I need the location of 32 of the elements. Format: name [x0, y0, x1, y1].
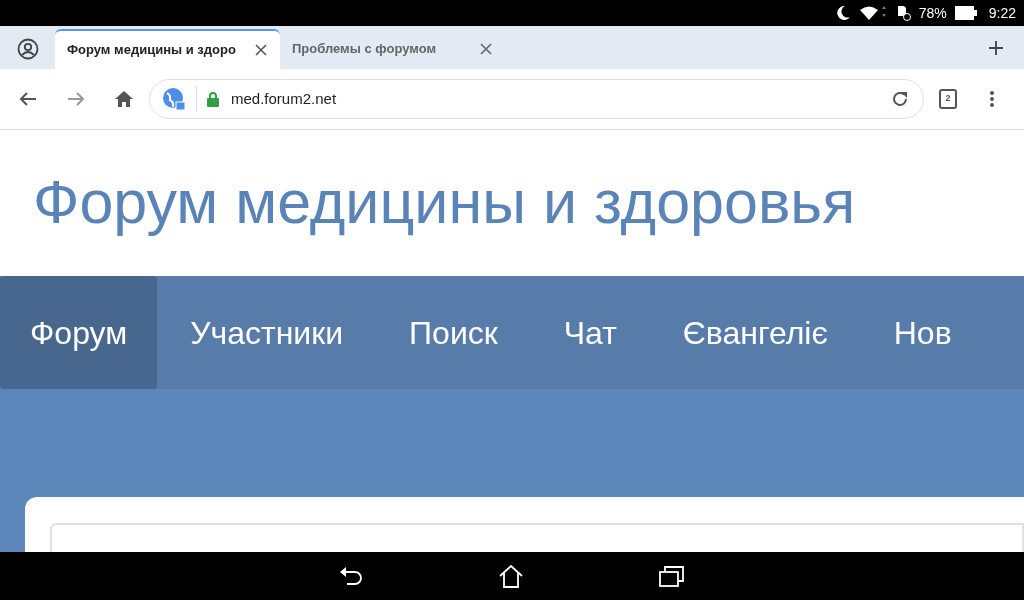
url-text: med.forum2.net: [231, 88, 338, 109]
globe-lock-icon: [162, 87, 186, 111]
nav-item[interactable]: Євангеліє: [649, 276, 861, 389]
home-icon[interactable]: [115, 91, 133, 107]
back-icon[interactable]: [339, 565, 363, 587]
back-icon[interactable]: [19, 91, 37, 107]
browser-tab[interactable]: Проблемы с форумом: [280, 29, 505, 69]
wifi-icon: [858, 5, 887, 21]
reload-icon[interactable]: [891, 90, 909, 108]
close-icon[interactable]: [254, 43, 268, 57]
new-tab-icon[interactable]: [988, 40, 1004, 56]
tab-switcher-button[interactable]: 2: [939, 89, 957, 109]
tab-title: Форум медицины и здоро: [67, 41, 236, 60]
forward-icon[interactable]: [67, 91, 85, 107]
moon-icon: [834, 5, 851, 21]
lock-icon: [207, 91, 219, 107]
nav-item[interactable]: Форум: [0, 276, 158, 389]
nav-item[interactable]: Нов: [860, 276, 985, 389]
close-icon[interactable]: [479, 42, 493, 56]
tab-title: Проблемы с форумом: [292, 40, 437, 59]
nav-item[interactable]: Поиск: [376, 276, 531, 389]
nav-item[interactable]: Участники: [157, 276, 377, 389]
more-menu-icon[interactable]: [989, 90, 995, 108]
nav-item[interactable]: Чат: [530, 276, 650, 389]
clock-time: 9:22: [988, 3, 1016, 23]
home-icon[interactable]: [498, 564, 524, 588]
account-icon[interactable]: [17, 38, 39, 60]
battery-percentage: 78%: [918, 3, 947, 23]
site-title: Форум медицины и здоровья: [33, 167, 856, 239]
battery-icon: [954, 6, 977, 20]
recent-apps-icon[interactable]: [659, 565, 685, 587]
browser-tab[interactable]: Форум медицины и здоро: [55, 29, 280, 69]
